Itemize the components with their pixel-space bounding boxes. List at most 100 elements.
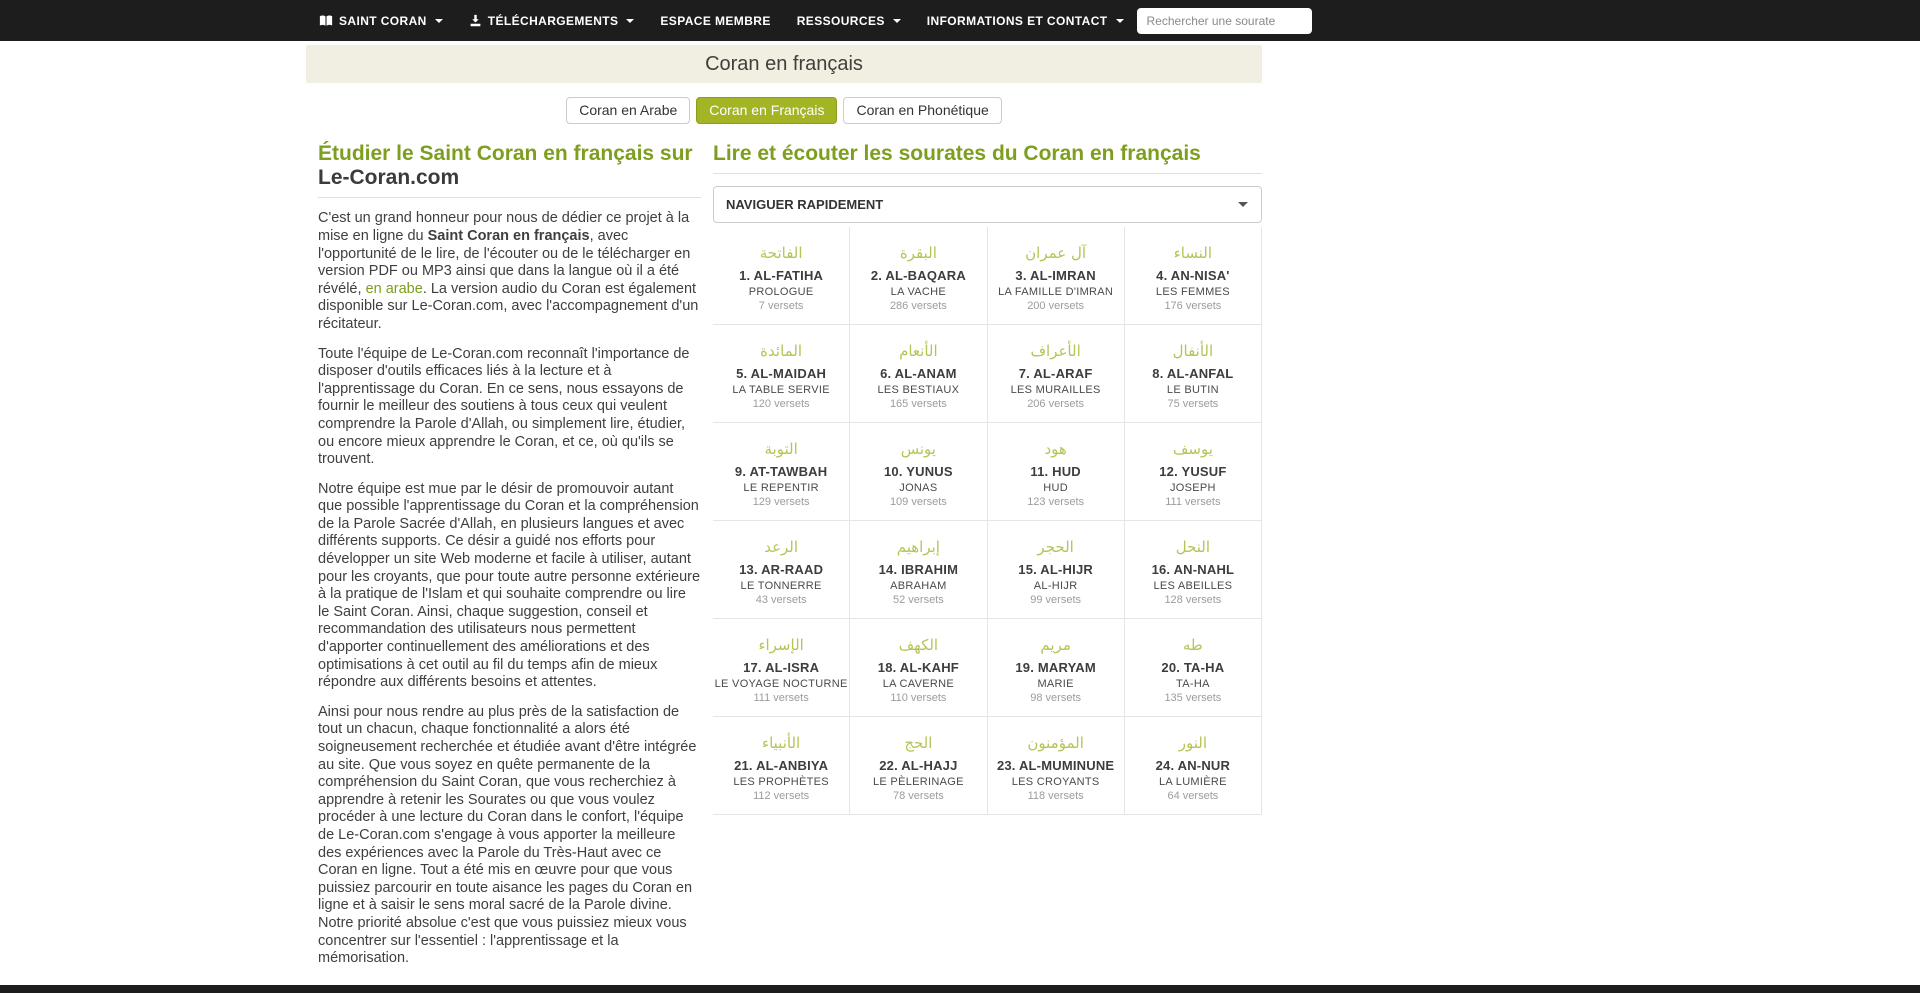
sourate-card-19[interactable]: مريم 19. MARYAM MARIE 98 versets	[988, 619, 1125, 717]
sourate-title: 4. AN-NISA'	[1125, 268, 1261, 283]
sourate-arabic-name: البقرة	[850, 246, 986, 261]
sourate-card-7[interactable]: الأعراف 7. AL-ARAF LES MURAILLES 206 ver…	[988, 325, 1125, 423]
sourate-card-20[interactable]: طه 20. TA-HA TA-HA 135 versets	[1125, 619, 1262, 717]
view-toggle: Coran en ArabeCoran en FrançaisCoran en …	[306, 97, 1262, 124]
sourate-french-name: LE VOYAGE NOCTURNE	[713, 678, 849, 690]
sourate-card-23[interactable]: المؤمنون 23. AL-MUMINUNE LES CROYANTS 11…	[988, 717, 1125, 815]
sourate-card-24[interactable]: النور 24. AN-NUR LA LUMIÈRE 64 versets	[1125, 717, 1262, 815]
sourate-title: 3. AL-IMRAN	[988, 268, 1124, 283]
sourate-title: 24. AN-NUR	[1125, 758, 1261, 773]
nav-item-telechargements[interactable]: TÉLÉCHARGEMENTS	[456, 0, 648, 41]
divider	[713, 173, 1262, 174]
sourate-card-9[interactable]: التوبة 9. AT-TAWBAH LE REPENTIR 129 vers…	[713, 423, 850, 521]
sourate-french-name: LES ABEILLES	[1125, 580, 1261, 592]
intro-paragraphs: C'est un grand honneur pour nous de dédi…	[318, 210, 701, 967]
intro-paragraph: C'est un grand honneur pour nous de dédi…	[318, 210, 701, 333]
nav-items: SAINT CORAN TÉLÉCHARGEMENTS ESPACE MEMBR…	[306, 0, 1137, 41]
sourate-verse-count: 128 versets	[1125, 594, 1261, 606]
sourate-verse-count: 118 versets	[988, 790, 1124, 802]
sourate-verse-count: 129 versets	[713, 496, 849, 508]
sourate-arabic-name: الفاتحة	[713, 246, 849, 261]
quick-nav-select[interactable]: NAVIGUER RAPIDEMENT	[713, 186, 1262, 223]
sourate-french-name: JOSEPH	[1125, 482, 1261, 494]
toggle-coran-en-arabe[interactable]: Coran en Arabe	[566, 97, 690, 124]
sourate-french-name: LE BUTIN	[1125, 384, 1261, 396]
sourate-card-13[interactable]: الرعد 13. AR-RAAD LE TONNERRE 43 versets	[713, 521, 850, 619]
sourate-verse-count: 99 versets	[988, 594, 1124, 606]
sourate-card-4[interactable]: النساء 4. AN-NISA' LES FEMMES 176 verset…	[1125, 227, 1262, 325]
sourate-title: 15. AL-HIJR	[988, 562, 1124, 577]
sourate-french-name: AL-HIJR	[988, 580, 1124, 592]
nav-item-informations-et-contact[interactable]: INFORMATIONS ET CONTACT	[914, 0, 1137, 41]
nav-item-espace-membre[interactable]: ESPACE MEMBRE	[647, 0, 783, 41]
sourate-arabic-name: النساء	[1125, 246, 1261, 261]
sourate-french-name: JONAS	[850, 482, 986, 494]
sourate-card-1[interactable]: الفاتحة 1. AL-FATIHA PROLOGUE 7 versets	[713, 227, 850, 325]
toggle-coran-en-phonetique[interactable]: Coran en Phonétique	[843, 97, 1001, 124]
sourate-card-2[interactable]: البقرة 2. AL-BAQARA LA VACHE 286 versets	[850, 227, 987, 325]
sourate-french-name: LES MURAILLES	[988, 384, 1124, 396]
sourate-arabic-name: طه	[1125, 638, 1261, 653]
sourate-title: 17. AL-ISRA	[713, 660, 849, 675]
nav-item-saint-coran[interactable]: SAINT CORAN	[306, 0, 456, 41]
sourate-title: 23. AL-MUMINUNE	[988, 758, 1124, 773]
sourate-arabic-name: يوسف	[1125, 442, 1261, 457]
footer-strip	[0, 985, 1920, 993]
sourate-verse-count: 176 versets	[1125, 300, 1261, 312]
intro-paragraph: Toute l'équipe de Le-Coran.com reconnaît…	[318, 346, 701, 469]
sourate-title: 14. IBRAHIM	[850, 562, 986, 577]
sourate-card-21[interactable]: الأنبياء 21. AL-ANBIYA LES PROPHÈTES 112…	[713, 717, 850, 815]
toggle-coran-en-francais[interactable]: Coran en Français	[696, 97, 837, 124]
nav-item-label: SAINT CORAN	[339, 14, 427, 28]
sourate-verse-count: 135 versets	[1125, 692, 1261, 704]
sourate-title: 13. AR-RAAD	[713, 562, 849, 577]
navbar: SAINT CORAN TÉLÉCHARGEMENTS ESPACE MEMBR…	[0, 0, 1920, 41]
intro-section: Étudier le Saint Coran en français sur L…	[306, 142, 713, 979]
intro-title: Étudier le Saint Coran en français sur L…	[318, 142, 701, 190]
sourate-card-11[interactable]: هود 11. HUD HUD 123 versets	[988, 423, 1125, 521]
sourate-verse-count: 7 versets	[713, 300, 849, 312]
sourate-card-5[interactable]: المائدة 5. AL-MAIDAH LA TABLE SERVIE 120…	[713, 325, 850, 423]
sourate-french-name: ABRAHAM	[850, 580, 986, 592]
sourate-verse-count: 52 versets	[850, 594, 986, 606]
sourate-card-12[interactable]: يوسف 12. YUSUF JOSEPH 111 versets	[1125, 423, 1262, 521]
sourate-card-22[interactable]: الحج 22. AL-HAJJ LE PÈLERINAGE 78 verset…	[850, 717, 987, 815]
sourate-arabic-name: المائدة	[713, 344, 849, 359]
sourates-grid: الفاتحة 1. AL-FATIHA PROLOGUE 7 versets …	[713, 227, 1262, 815]
sourate-french-name: HUD	[988, 482, 1124, 494]
caret-down-icon	[893, 19, 901, 23]
page-title: Coran en français	[705, 53, 863, 76]
link-en-arabe[interactable]: en arabe	[366, 281, 423, 297]
sourate-verse-count: 64 versets	[1125, 790, 1261, 802]
divider	[318, 197, 701, 198]
sourate-card-3[interactable]: آل عمران 3. AL-IMRAN LA FAMILLE D'IMRAN …	[988, 227, 1125, 325]
sourate-arabic-name: الأعراف	[988, 344, 1124, 359]
sourate-verse-count: 206 versets	[988, 398, 1124, 410]
sourate-card-14[interactable]: إبراهيم 14. IBRAHIM ABRAHAM 52 versets	[850, 521, 987, 619]
caret-down-icon	[1116, 19, 1124, 23]
sourate-title: 21. AL-ANBIYA	[713, 758, 849, 773]
sourate-card-10[interactable]: يونس 10. YUNUS JONAS 109 versets	[850, 423, 987, 521]
sourate-arabic-name: التوبة	[713, 442, 849, 457]
sourate-card-18[interactable]: الكهف 18. AL-KAHF LA CAVERNE 110 versets	[850, 619, 987, 717]
sourate-arabic-name: إبراهيم	[850, 540, 986, 555]
sourate-verse-count: 165 versets	[850, 398, 986, 410]
download-icon	[469, 14, 482, 27]
sourate-french-name: LA FAMILLE D'IMRAN	[988, 286, 1124, 298]
page-header: Coran en français	[306, 45, 1262, 83]
sourate-card-16[interactable]: النحل 16. AN-NAHL LES ABEILLES 128 verse…	[1125, 521, 1262, 619]
sourate-card-8[interactable]: الأنفال 8. AL-ANFAL LE BUTIN 75 versets	[1125, 325, 1262, 423]
nav-item-ressources[interactable]: RESSOURCES	[784, 0, 914, 41]
sourate-french-name: PROLOGUE	[713, 286, 849, 298]
caret-down-icon	[626, 19, 634, 23]
sourate-title: 10. YUNUS	[850, 464, 986, 479]
search-input[interactable]	[1137, 8, 1312, 34]
sourate-french-name: LE PÈLERINAGE	[850, 776, 986, 788]
sourate-verse-count: 109 versets	[850, 496, 986, 508]
sourate-card-6[interactable]: الأنعام 6. AL-ANAM LES BESTIAUX 165 vers…	[850, 325, 987, 423]
nav-item-label: TÉLÉCHARGEMENTS	[488, 14, 619, 28]
sourate-card-17[interactable]: الإسراء 17. AL-ISRA LE VOYAGE NOCTURNE 1…	[713, 619, 850, 717]
sourate-french-name: MARIE	[988, 678, 1124, 690]
sourate-verse-count: 111 versets	[1125, 496, 1261, 508]
sourate-card-15[interactable]: الحجر 15. AL-HIJR AL-HIJR 99 versets	[988, 521, 1125, 619]
